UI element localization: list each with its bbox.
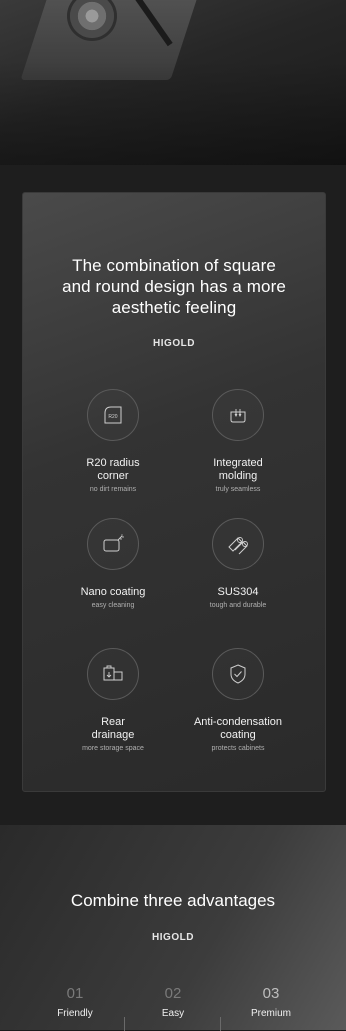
- advantages-title: Combine three advantages: [70, 891, 276, 910]
- advantage-number: 03: [262, 985, 280, 1002]
- divider: [124, 1017, 125, 1031]
- feature-name: SUS304: [217, 586, 259, 598]
- advantage-item: 01 Friendly: [25, 985, 125, 1019]
- advantage-number: 01: [66, 985, 84, 1002]
- advantages-section: Combine three advantages HIGOLD 01 Frien…: [0, 825, 346, 1031]
- nano-coating-icon: [87, 518, 139, 570]
- feature-anti-condensation: Anti-condensation coating protects cabin…: [163, 648, 313, 752]
- r20-corner-icon: R20: [87, 389, 139, 441]
- card-title: The combination of square and round desi…: [62, 256, 286, 317]
- hero-image: [0, 0, 346, 165]
- feature-sub: protects cabinets: [211, 745, 265, 752]
- advantage-number: 02: [164, 985, 182, 1002]
- steel-pipes-icon: [212, 518, 264, 570]
- features-card: The combination of square and round desi…: [22, 192, 326, 792]
- advantage-label: Friendly: [57, 1008, 93, 1019]
- feature-name: Integrated molding: [213, 457, 263, 482]
- advantage-label: Easy: [161, 1008, 185, 1019]
- feature-integrated-molding: Integrated molding truly seamless: [163, 389, 313, 493]
- advantage-item: 02 Easy: [123, 985, 223, 1019]
- divider: [220, 1017, 221, 1031]
- integrated-molding-icon: [212, 389, 264, 441]
- svg-text:R20: R20: [108, 414, 117, 420]
- feature-name: Anti-condensation coating: [193, 716, 283, 741]
- shield-check-icon: [212, 648, 264, 700]
- feature-sub: tough and durable: [209, 602, 267, 609]
- advantage-label: Premium: [250, 1008, 291, 1019]
- brand-logo: HIGOLD: [152, 932, 194, 943]
- feature-sus304: SUS304 tough and durable: [163, 518, 313, 609]
- feature-sub: truly seamless: [215, 486, 261, 493]
- rear-drainage-icon: [87, 648, 139, 700]
- advantage-item: 03 Premium: [221, 985, 321, 1019]
- brand-logo: HIGOLD: [153, 338, 195, 349]
